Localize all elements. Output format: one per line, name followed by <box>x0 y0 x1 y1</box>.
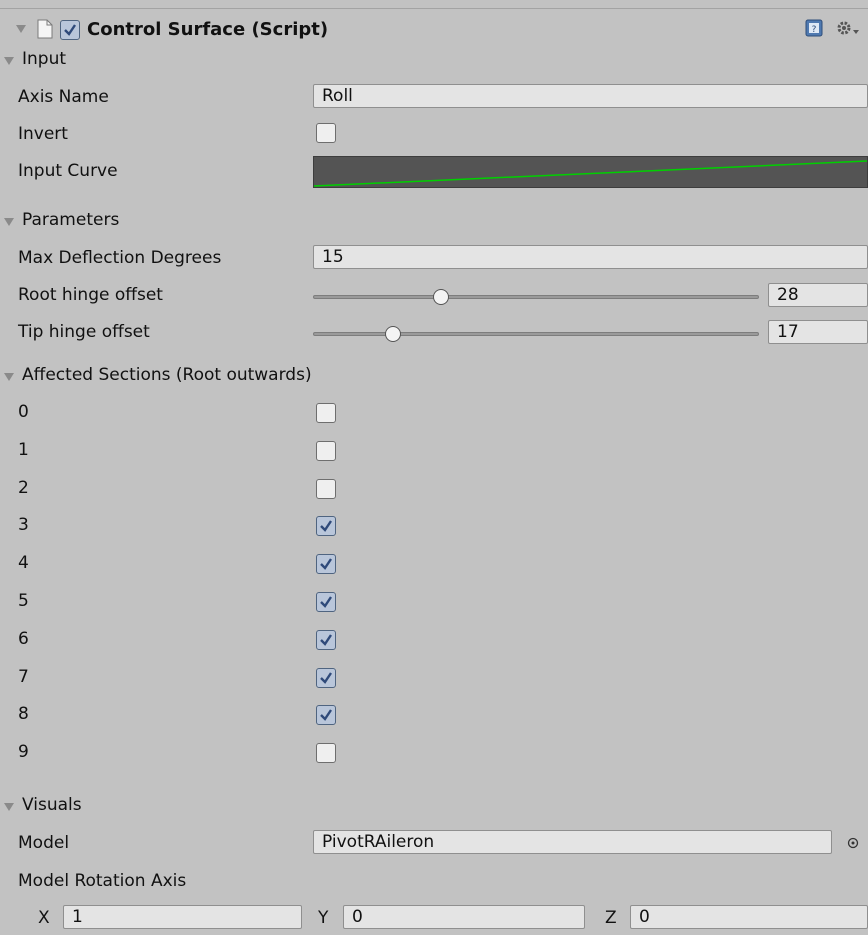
tip-hinge-slider-thumb[interactable] <box>385 326 401 342</box>
parameters-section-label[interactable]: Parameters <box>22 210 119 230</box>
input-curve-field[interactable] <box>313 156 868 188</box>
max-deflection-label: Max Deflection Degrees <box>18 248 222 268</box>
section-0-label: 0 <box>18 402 29 422</box>
section-0-checkbox[interactable] <box>316 403 336 423</box>
section-9-checkbox[interactable] <box>316 743 336 764</box>
svg-text:?: ? <box>812 25 817 35</box>
root-hinge-field[interactable]: 28 <box>768 283 868 307</box>
section-1-checkbox[interactable] <box>316 440 336 461</box>
section-3-checkbox[interactable] <box>316 516 336 537</box>
tip-hinge-slider-track[interactable] <box>313 332 759 336</box>
y-axis-field[interactable]: 0 <box>343 905 585 929</box>
invert-checkbox[interactable] <box>316 123 336 143</box>
section-8-label: 8 <box>18 704 29 725</box>
root-hinge-label: Root hinge offset <box>18 285 163 305</box>
object-picker-icon[interactable] <box>847 837 859 849</box>
component-enabled-checkbox[interactable] <box>60 20 80 40</box>
input-foldout-triangle[interactable] <box>4 57 14 65</box>
model-label: Model <box>18 833 70 853</box>
section-2-checkbox[interactable] <box>316 478 336 499</box>
z-axis-field[interactable]: 0 <box>630 905 868 929</box>
section-2-label: 2 <box>18 477 29 498</box>
component-title: Control Surface (Script) <box>87 19 329 40</box>
help-book-icon[interactable]: ? <box>805 19 823 37</box>
visuals-foldout-triangle[interactable] <box>4 803 14 811</box>
affected-section-label[interactable]: Affected Sections (Root outwards) <box>22 365 312 385</box>
parameters-foldout-triangle[interactable] <box>4 218 14 226</box>
root-hinge-slider-track[interactable] <box>313 295 759 299</box>
section-5-label: 5 <box>18 591 29 611</box>
visuals-section-label[interactable]: Visuals <box>22 795 82 815</box>
input-curve-label: Input Curve <box>18 161 118 181</box>
section-6-checkbox[interactable] <box>316 629 336 650</box>
x-axis-label: X <box>38 908 50 928</box>
max-deflection-field[interactable]: 15 <box>313 245 868 269</box>
tip-hinge-field[interactable]: 17 <box>768 320 868 344</box>
section-6-label: 6 <box>18 628 29 649</box>
x-axis-field[interactable]: 1 <box>63 905 302 929</box>
affected-foldout-triangle[interactable] <box>4 373 14 381</box>
section-4-label: 4 <box>18 553 29 574</box>
input-curve-line <box>314 160 867 187</box>
axis-name-field[interactable]: Roll <box>313 84 868 108</box>
section-8-checkbox[interactable] <box>316 705 336 726</box>
component-header[interactable]: Control Surface (Script) ? <box>0 8 868 48</box>
section-5-checkbox[interactable] <box>316 592 336 612</box>
section-3-label: 3 <box>18 515 29 536</box>
gear-icon[interactable] <box>835 18 861 38</box>
component-foldout-triangle[interactable] <box>16 25 26 33</box>
rotation-axis-label: Model Rotation Axis <box>18 871 187 891</box>
axis-name-label: Axis Name <box>18 87 109 107</box>
script-file-icon <box>37 19 53 39</box>
z-axis-label: Z <box>605 908 617 928</box>
section-1-label: 1 <box>18 439 29 460</box>
y-axis-label: Y <box>318 908 329 928</box>
section-7-label: 7 <box>18 666 29 687</box>
section-9-label: 9 <box>18 742 29 763</box>
section-7-checkbox[interactable] <box>316 667 336 688</box>
invert-label: Invert <box>18 124 68 144</box>
section-4-checkbox[interactable] <box>316 554 336 575</box>
model-object-field[interactable]: PivotRAileron <box>313 830 832 854</box>
input-section-label[interactable]: Input <box>22 49 66 69</box>
tip-hinge-label: Tip hinge offset <box>18 322 150 342</box>
root-hinge-slider-thumb[interactable] <box>433 289 449 305</box>
